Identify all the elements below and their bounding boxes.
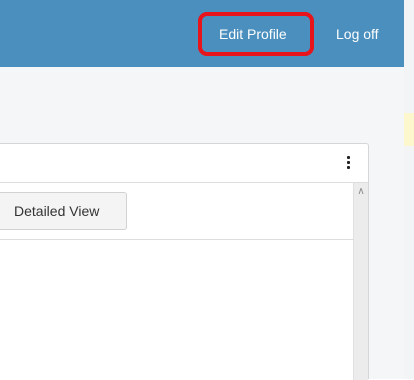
kebab-menu-icon[interactable]: [344, 156, 352, 172]
chevron-up-icon[interactable]: ∧: [354, 185, 368, 199]
detailed-view-button[interactable]: Detailed View: [0, 192, 127, 230]
notice-strip: [404, 113, 414, 146]
right-edge-strip: [404, 0, 414, 379]
panel-toolbar: Detailed View: [0, 183, 353, 240]
content-panel: Detailed View ∧: [0, 143, 369, 380]
vertical-scrollbar[interactable]: ∧: [353, 183, 368, 380]
panel-header: [0, 144, 368, 183]
top-navigation-bar: Edit Profile Log off: [0, 0, 404, 67]
edit-profile-link[interactable]: Edit Profile: [219, 23, 287, 45]
panel-body: Detailed View ∧: [0, 183, 368, 380]
log-off-link[interactable]: Log off: [336, 23, 379, 45]
